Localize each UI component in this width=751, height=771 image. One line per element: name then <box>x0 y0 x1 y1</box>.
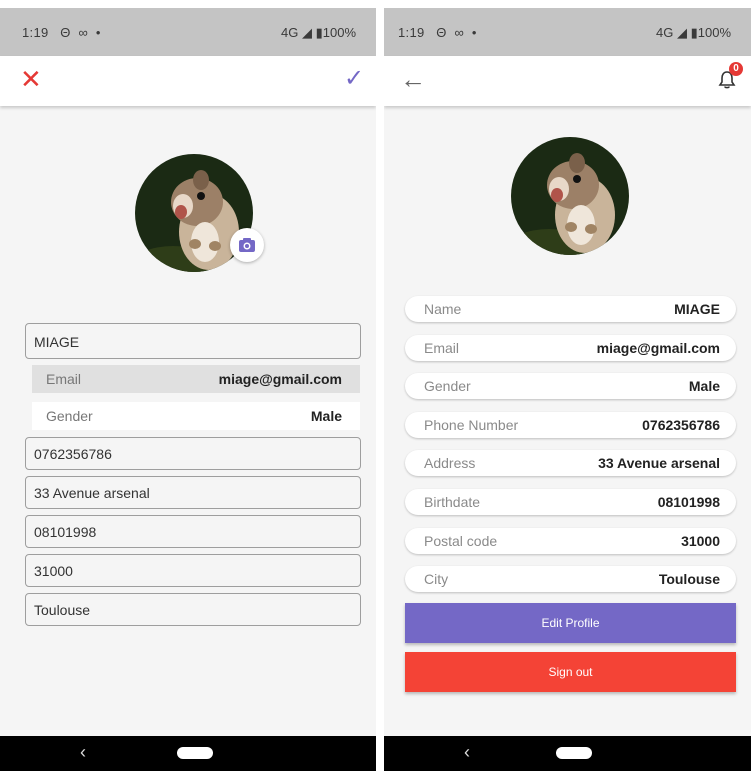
arrow-back-icon[interactable]: ← <box>400 65 426 93</box>
edit-profile-screen: 1:19 Θ ∞ • 4G ◢ ▮100% ✕ ✓ MIAGE Email mi… <box>0 0 376 771</box>
battery-icon: ▮ <box>690 25 698 40</box>
notification-badge: 0 <box>729 62 743 76</box>
row-label: Email <box>424 340 460 356</box>
squirrel-photo <box>511 137 629 255</box>
row-value: 0762356786 <box>642 417 720 433</box>
row-label: Phone Number <box>424 417 519 433</box>
avatar <box>511 137 629 255</box>
battery-level: 100% <box>697 25 731 40</box>
network-label: 4G <box>656 25 674 40</box>
name-field[interactable]: MIAGE <box>25 323 361 359</box>
dot-icon: • <box>92 25 101 40</box>
sim-icon: Θ <box>428 25 447 40</box>
voicemail-icon: ∞ <box>450 25 465 40</box>
signal-icon: ◢ <box>676 25 687 40</box>
address-field[interactable]: 33 Avenue arsenal <box>25 476 361 509</box>
profile-row-city: City Toulouse <box>405 566 736 592</box>
email-row: Email miage@gmail.com <box>32 365 360 393</box>
profile-row-birthdate: Birthdate 08101998 <box>405 489 736 515</box>
status-left: 1:19 Θ ∞ • <box>398 25 477 40</box>
status-left: 1:19 Θ ∞ • <box>22 25 101 40</box>
nav-bar: ‹ <box>384 736 751 771</box>
dot-icon: • <box>468 25 477 40</box>
row-value: Toulouse <box>658 571 720 587</box>
profile-row-address: Address 33 Avenue arsenal <box>405 450 736 476</box>
row-value: 31000 <box>681 533 720 549</box>
email-value: miage@gmail.com <box>218 371 342 387</box>
row-label: Name <box>424 301 462 317</box>
gender-value: Male <box>310 408 342 424</box>
profile-row-email: Email miage@gmail.com <box>405 335 736 361</box>
screen-divider <box>376 0 384 771</box>
profile-row-postal-code: Postal code 31000 <box>405 528 736 554</box>
row-value: Male <box>688 378 720 394</box>
status-time: 1:19 <box>398 25 425 40</box>
nav-home-pill[interactable] <box>177 747 213 759</box>
email-label: Email <box>46 371 82 387</box>
row-label: City <box>424 571 449 587</box>
change-photo-button[interactable] <box>230 228 264 262</box>
camera-icon <box>239 238 255 252</box>
status-bar: 1:19 Θ ∞ • 4G ◢ ▮100% <box>384 8 751 56</box>
row-label: Address <box>424 455 476 471</box>
top-margin <box>0 0 376 8</box>
profile-app-bar: ← 0 <box>384 56 751 106</box>
profile-screen: 1:19 Θ ∞ • 4G ◢ ▮100% ← 0 Name MIAGE Ema… <box>384 0 751 771</box>
row-label: Gender <box>424 378 471 394</box>
profile-row-name: Name MIAGE <box>405 296 736 322</box>
city-field[interactable]: Toulouse <box>25 593 361 626</box>
status-right: 4G ◢ ▮100% <box>281 25 356 41</box>
row-label: Postal code <box>424 533 498 549</box>
network-label: 4G <box>281 25 299 40</box>
row-label: Birthdate <box>424 494 481 510</box>
sign-out-button[interactable]: Sign out <box>405 652 736 692</box>
status-time: 1:19 <box>22 25 49 40</box>
battery-level: 100% <box>322 25 356 40</box>
profile-row-phone: Phone Number 0762356786 <box>405 412 736 438</box>
close-icon[interactable]: ✕ <box>20 66 46 92</box>
nav-home-pill[interactable] <box>556 747 592 759</box>
sim-icon: Θ <box>52 25 71 40</box>
edit-app-bar: ✕ ✓ <box>0 56 376 106</box>
nav-bar: ‹ <box>0 736 376 771</box>
row-value: MIAGE <box>674 301 720 317</box>
gender-row[interactable]: Gender Male <box>32 402 360 430</box>
edit-profile-button[interactable]: Edit Profile <box>405 603 736 643</box>
phone-field[interactable]: 0762356786 <box>25 437 361 470</box>
nav-back-icon[interactable]: ‹ <box>464 742 470 763</box>
profile-row-gender: Gender Male <box>405 373 736 399</box>
nav-back-icon[interactable]: ‹ <box>80 742 86 763</box>
battery-icon: ▮ <box>315 25 323 40</box>
signal-icon: ◢ <box>301 25 312 40</box>
check-icon[interactable]: ✓ <box>344 66 370 92</box>
row-value: miage@gmail.com <box>596 340 720 356</box>
status-bar: 1:19 Θ ∞ • 4G ◢ ▮100% <box>0 8 376 56</box>
birthdate-field[interactable]: 08101998 <box>25 515 361 548</box>
notification-button[interactable]: 0 <box>717 62 743 92</box>
top-margin <box>384 0 751 8</box>
voicemail-icon: ∞ <box>74 25 89 40</box>
postal-code-field[interactable]: 31000 <box>25 554 361 587</box>
row-value: 33 Avenue arsenal <box>598 455 720 471</box>
status-right: 4G ◢ ▮100% <box>656 25 731 41</box>
gender-label: Gender <box>46 408 93 424</box>
row-value: 08101998 <box>657 494 720 510</box>
